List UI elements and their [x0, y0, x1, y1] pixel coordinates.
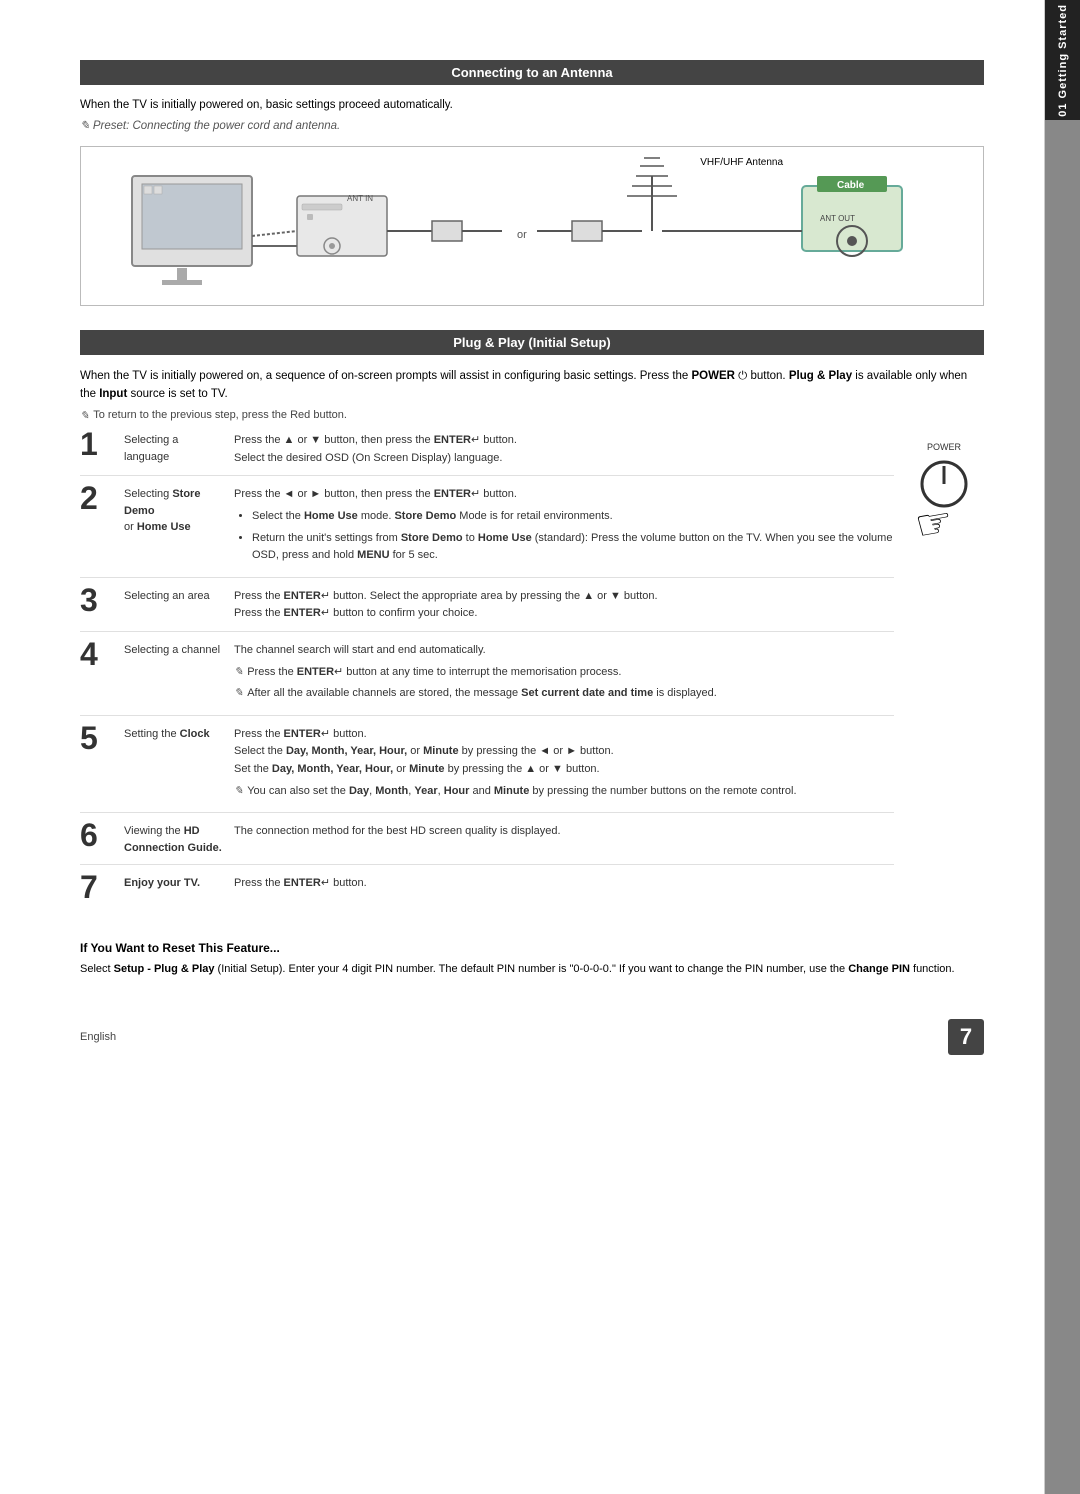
step-row-6: 6 Viewing the HDConnection Guide. The co…	[80, 823, 894, 865]
main-content: Connecting to an Antenna When the TV is …	[0, 0, 1044, 1494]
page-number: 7	[948, 1019, 984, 1055]
step-number-7: 7	[80, 871, 116, 903]
side-tab-black: 01 Getting Started	[1045, 0, 1080, 120]
step-label-6: Viewing the HDConnection Guide.	[124, 823, 234, 856]
power-bold: POWER	[692, 370, 735, 382]
step-number-3: 3	[80, 584, 116, 616]
plug-header: Plug & Play (Initial Setup)	[80, 330, 984, 355]
step-desc-1: Press the ▲ or ▼ button, then press the …	[234, 432, 894, 467]
step-label-1: Selecting a language	[124, 432, 234, 465]
step-row-2: 2 Selecting Store Demoor Home Use Press …	[80, 486, 894, 577]
input-bold: Input	[99, 388, 127, 400]
step-row-5: 5 Setting the Clock Press the ENTER↵ but…	[80, 726, 894, 813]
steps-container: 1 Selecting a language Press the ▲ or ▼ …	[80, 432, 984, 921]
side-tab-label: 01 Getting Started	[1057, 4, 1069, 117]
side-tab-gray	[1045, 120, 1080, 1494]
step-row-1: 1 Selecting a language Press the ▲ or ▼ …	[80, 432, 894, 476]
step4-note1: ✎ Press the ENTER↵ button at any time to…	[234, 664, 894, 682]
step-desc-6: The connection method for the best HD sc…	[234, 823, 894, 841]
reset-text: Select Setup - Plug & Play (Initial Setu…	[80, 961, 984, 979]
plug-section: Plug & Play (Initial Setup) When the TV …	[80, 330, 984, 979]
side-tab: 01 Getting Started	[1044, 0, 1080, 1494]
step-number-2: 2	[80, 482, 116, 514]
step-desc-4: The channel search will start and end au…	[234, 642, 894, 707]
step-row-7: 7 Enjoy your TV. Press the ENTER↵ button…	[80, 875, 894, 911]
power-label: POWER	[927, 442, 961, 452]
power-svg: ☞	[904, 456, 984, 546]
step-desc-3: Press the ENTER↵ button. Select the appr…	[234, 588, 894, 623]
antenna-diagram: VHF/UHF Antenna	[80, 146, 984, 306]
svg-text:Cable: Cable	[837, 180, 865, 191]
svg-text:ANT OUT: ANT OUT	[820, 214, 855, 223]
antenna-intro: When the TV is initially powered on, bas…	[80, 97, 984, 114]
svg-text:or: or	[517, 229, 527, 241]
antenna-section: Connecting to an Antenna When the TV is …	[80, 60, 984, 306]
step4-note2: ✎ After all the available channels are s…	[234, 685, 894, 703]
step5-note: ✎ You can also set the Day, Month, Year,…	[234, 783, 894, 801]
plug-intro: When the TV is initially powered on, a s…	[80, 367, 984, 404]
language-label: English	[80, 1031, 116, 1043]
step-label-2: Selecting Store Demoor Home Use	[124, 486, 234, 536]
step-number-6: 6	[80, 819, 116, 851]
step-number-4: 4	[80, 638, 116, 670]
plug-play-bold: Plug & Play	[789, 370, 852, 382]
antenna-header: Connecting to an Antenna	[80, 60, 984, 85]
reset-title: If You Want to Reset This Feature...	[80, 941, 984, 955]
note-symbol: ✎	[80, 120, 93, 132]
svg-text:ANT IN: ANT IN	[347, 194, 373, 203]
antenna-note: ✎ Preset: Connecting the power cord and …	[80, 118, 984, 135]
plug-note: ✎ To return to the previous step, press …	[80, 409, 984, 422]
step-number-1: 1	[80, 428, 116, 460]
step-desc-5: Press the ENTER↵ button. Select the Day,…	[234, 726, 894, 804]
note-symbol-2: ✎	[80, 409, 89, 422]
steps-table: 1 Selecting a language Press the ▲ or ▼ …	[80, 432, 894, 921]
step-row-4: 4 Selecting a channel The channel search…	[80, 642, 894, 716]
page-wrapper: Connecting to an Antenna When the TV is …	[0, 0, 1080, 1494]
step-label-3: Selecting an area	[124, 588, 234, 605]
bottom-bar: English 7	[80, 1009, 984, 1055]
antenna-svg: ANT IN or	[101, 146, 963, 306]
step-row-3: 3 Selecting an area Press the ENTER↵ but…	[80, 588, 894, 632]
step-label-4: Selecting a channel	[124, 642, 234, 659]
step-desc-7: Press the ENTER↵ button.	[234, 875, 894, 893]
step-label-5: Setting the Clock	[124, 726, 234, 743]
step-number-5: 5	[80, 722, 116, 754]
step-desc-2: Press the ◄ or ► button, then press the …	[234, 486, 894, 568]
vhf-label: VHF/UHF Antenna	[700, 157, 783, 168]
step-label-7: Enjoy your TV.	[124, 875, 234, 892]
reset-section: If You Want to Reset This Feature... Sel…	[80, 941, 984, 979]
power-illustration: POWER ☞	[904, 432, 984, 921]
